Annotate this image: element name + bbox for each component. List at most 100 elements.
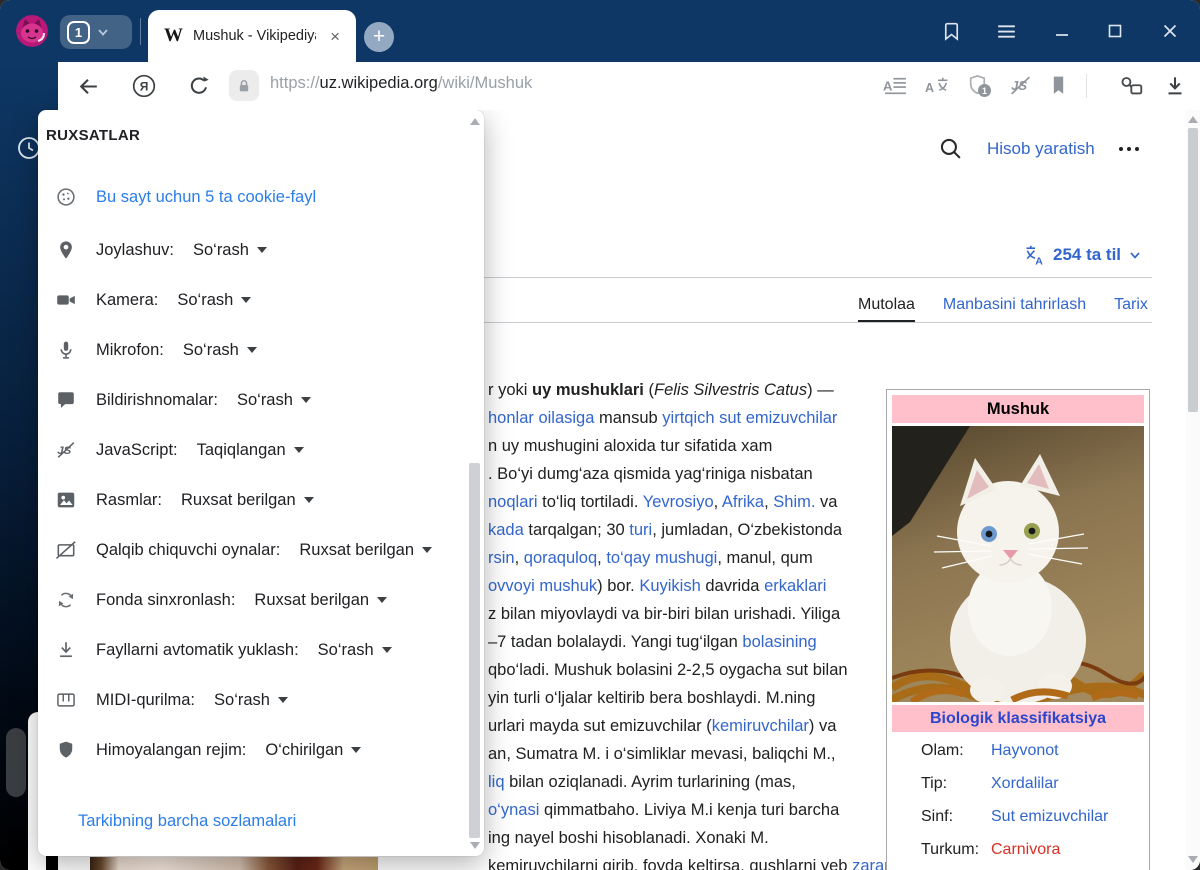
permission-value-dropdown[interactable]: Taqiqlangan [197,441,304,460]
article-link[interactable]: Afrika [722,493,764,511]
bookmark-flag-icon[interactable] [1046,73,1071,98]
article-line: kada tarqalgan; 30 turi, jumladan, O‘zbe… [488,516,842,544]
chevron-down-icon [96,25,110,39]
article-link[interactable]: turi [629,521,652,539]
window-minimize-button[interactable] [1052,21,1072,41]
reader-mode-icon[interactable]: A [883,73,908,98]
article-line: an, Sumatra M. i o‘simliklar mevasi, bal… [488,740,836,768]
article-line: –7 tadan bolalaydi. Yangi tug‘ilgan bola… [488,628,817,656]
language-selector[interactable]: A 254 ta til [1022,243,1142,267]
page-scrollbar-thumb[interactable] [1188,128,1198,412]
url-host: uz.wikipedia.org [320,74,438,92]
page-scrollbar[interactable] [1186,110,1200,870]
wiki-tab-manbasini-tahrirlash[interactable]: Manbasini tahrirlash [943,296,1086,322]
article-link[interactable]: qoraquloq [524,549,597,567]
article-link[interactable]: kada [488,521,524,539]
reload-button[interactable] [186,73,212,99]
permission-value-dropdown[interactable]: Ruxsat berilgan [299,541,432,560]
article-link[interactable]: to‘qay mushugi [606,549,717,567]
back-button[interactable] [76,74,101,99]
dropdown-caret-icon [422,547,432,553]
permission-value-dropdown[interactable]: So‘rash [193,241,267,260]
permission-value-dropdown[interactable]: So‘rash [214,691,288,710]
permission-value-dropdown[interactable]: So‘rash [237,391,311,410]
protected-mode-shield-icon [55,739,77,761]
tab-group-counter[interactable]: 1 [60,15,132,49]
permission-value-dropdown[interactable]: So‘rash [183,341,257,360]
permission-value-dropdown[interactable]: O‘chirilgan [265,741,361,760]
background-scroll-handle[interactable] [6,728,26,797]
article-link[interactable]: rsin [488,549,515,567]
new-tab-button[interactable]: + [364,22,394,52]
article-link[interactable]: o‘ynasi [488,801,539,819]
article-link[interactable]: zarar [852,857,890,870]
permission-label: MIDI-qurilma: [96,691,195,710]
address-bar-url[interactable]: https://uz.wikipedia.org/wiki/Mushuk [270,74,532,93]
profile-avatar[interactable] [16,15,48,47]
wiki-search-icon[interactable] [938,136,963,161]
taxobox-row-link[interactable]: Hayvonot [991,742,1059,764]
article-link[interactable]: honlar oilasiga [488,409,594,427]
scroll-up-icon[interactable] [1188,116,1198,123]
article-link[interactable]: Shim. [773,493,815,511]
window-maximize-button[interactable] [1105,21,1125,41]
permission-label: Himoyalangan rejim: [96,741,246,760]
more-options-icon[interactable] [1119,147,1139,151]
url-path: /wiki/Mushuk [438,74,532,92]
panel-scrollbar-thumb[interactable] [469,463,480,838]
collections-bookmark-icon[interactable] [939,19,964,44]
article-link[interactable]: Yevrosiyo [643,493,714,511]
site-lock-button[interactable] [229,70,259,101]
panel-scroll-down-icon[interactable] [470,842,480,849]
permission-value-dropdown[interactable]: Ruxsat berilgan [254,591,387,610]
panel-scroll-up-icon[interactable] [470,118,480,125]
article-link[interactable]: noqlari [488,493,538,511]
permission-value-dropdown[interactable]: So‘rash [318,641,392,660]
article-link[interactable]: Kuyikish [639,577,700,595]
notification-bubble-icon [55,389,77,411]
downloads-icon[interactable] [1162,73,1187,98]
article-link[interactable]: liq [488,773,505,791]
article-link[interactable]: ovvoyi mushuk [488,577,597,595]
tab-close-icon[interactable]: × [326,26,344,47]
article-line: ing nayel boshi hisoblanadi. Xonaki M. [488,824,769,852]
taxobox-row-link[interactable]: Xordalilar [991,775,1059,797]
create-account-link[interactable]: Hisob yaratish [987,139,1095,159]
svg-text:A: A [925,81,934,95]
article-line: r yoki uy mushuklari (Felis Silvestris C… [488,376,834,404]
article-text: tarqalgan; 30 [524,521,630,539]
article-text: to‘liq tortiladi. [538,493,643,511]
yandex-services-icon[interactable]: Я [131,73,157,99]
permission-label: JavaScript: [96,441,178,460]
location-pin-icon [55,239,77,261]
menu-hamburger-icon[interactable] [994,19,1019,44]
article-text: qimmatbaho. Liviya M.i kenja turi barcha [539,801,839,819]
protect-shield-icon[interactable]: 1 [966,73,991,98]
svg-text:A: A [883,79,893,94]
wiki-tab-mutolaa[interactable]: Mutolaa [858,296,915,322]
permission-value-dropdown[interactable]: So‘rash [177,291,251,310]
article-link[interactable]: erkaklari [764,577,826,595]
cookies-link[interactable]: Bu sayt uchun 5 ta cookie-fayl [96,188,316,207]
browser-tab-mushuk[interactable]: W Mushuk - Vikipediya × [148,10,356,62]
window-close-button[interactable] [1160,21,1180,41]
taxobox: Mushuk [886,389,1150,870]
content-settings-link[interactable]: Tarkibning barcha sozlamalari [78,812,296,831]
kitten-photo[interactable] [892,426,1144,702]
javascript-blocked-icon[interactable]: JS [1008,73,1033,98]
password-manager-icon[interactable] [1118,73,1143,98]
article-text: an, Sumatra M. i o‘simliklar mevasi, bal… [488,745,836,763]
article-link[interactable]: bolasining [742,633,816,651]
taxobox-row-label: Olam: [921,742,991,764]
article-line: noqlari to‘liq tortiladi. Yevrosiyo, Afr… [488,488,837,516]
article-link[interactable]: yirtqich sut emizuvchilar [662,409,837,427]
dropdown-caret-icon [304,497,314,503]
permission-value-dropdown[interactable]: Ruxsat berilgan [181,491,314,510]
taxobox-row-link[interactable]: Carnivora [991,841,1060,863]
wikipedia-favicon: W [164,25,183,47]
translate-icon[interactable]: A [925,73,950,98]
taxobox-row-link[interactable]: Sut emizuvchilar [991,808,1108,830]
article-link[interactable]: kemiruvchilar [712,717,809,735]
wiki-tab-tarix[interactable]: Tarix [1114,296,1148,322]
scroll-down-icon[interactable] [1188,856,1198,863]
